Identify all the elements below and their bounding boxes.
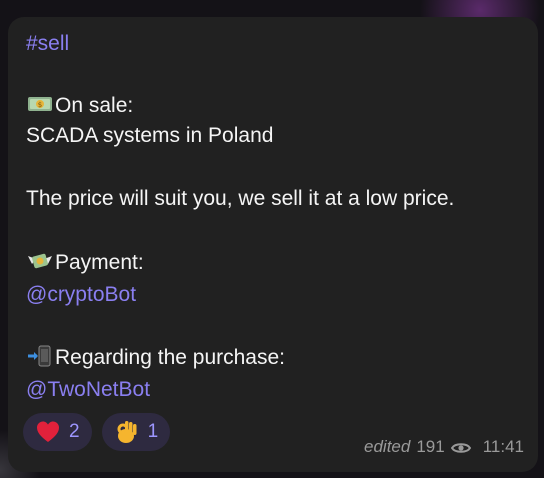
on-sale-line: $ On sale:: [26, 91, 133, 121]
view-count: 191: [416, 437, 445, 456]
money-bill-icon: $: [26, 93, 54, 115]
reaction-heart[interactable]: 2: [23, 413, 92, 451]
reactions-bar: 2 1: [23, 413, 171, 451]
heart-icon: [35, 419, 61, 445]
payment-bot-link[interactable]: @cryptoBot: [26, 280, 136, 310]
money-wings-icon: [26, 250, 54, 272]
phone-arrow-icon: [26, 345, 54, 367]
reaction-heart-count: 2: [69, 421, 80, 442]
hashtag-link[interactable]: #sell: [26, 29, 69, 59]
eye-icon: [450, 440, 471, 454]
purchase-label: Regarding the purchase:: [55, 346, 285, 369]
reaction-ok-hand-count: 1: [147, 421, 159, 442]
on-sale-label: On sale:: [55, 94, 134, 117]
price-text: The price will suit you, we sell it at a…: [26, 187, 455, 210]
svg-text:$: $: [38, 101, 42, 109]
edited-label: edited: [364, 437, 411, 456]
payment-line: Payment:: [26, 248, 144, 278]
payment-label: Payment:: [55, 251, 144, 274]
reaction-ok-hand[interactable]: 1: [101, 413, 171, 451]
purchase-line: Regarding the purchase:: [26, 343, 285, 373]
message-time: 11:41: [482, 437, 524, 456]
ok-hand-icon: [114, 419, 140, 445]
on-sale-value: SCADA systems in Poland: [26, 124, 274, 147]
message-bubble[interactable]: #sell $ On sale: SCADA systems in Poland…: [8, 17, 538, 472]
purchase-bot-link[interactable]: @TwoNetBot: [26, 375, 150, 405]
message-meta: edited 191 11:41: [364, 437, 524, 457]
